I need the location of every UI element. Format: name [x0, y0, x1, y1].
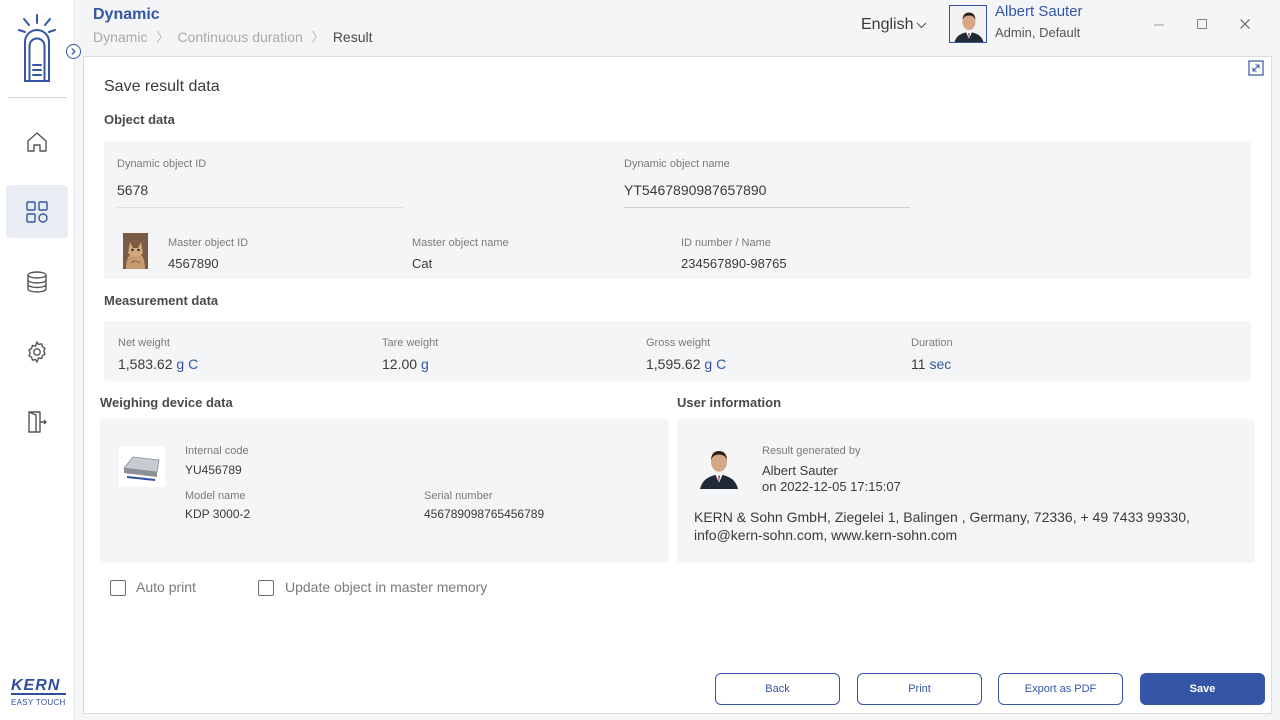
breadcrumb: Dynamic 〉 Continuous duration 〉 Result: [93, 28, 373, 45]
net-weight-value: 1,583.62 g C: [118, 356, 198, 372]
language-selector[interactable]: English: [861, 16, 927, 34]
master-object-name-label: Master object name: [412, 237, 509, 249]
user-role: Admin, Default: [995, 25, 1081, 40]
print-button[interactable]: Print: [857, 673, 982, 705]
serial-number-label: Serial number: [424, 490, 493, 502]
user-info-heading: User information: [677, 395, 782, 410]
duration-unit: sec: [929, 356, 952, 372]
breadcrumb-item-continuous[interactable]: Continuous duration: [177, 29, 302, 45]
scale-device-icon: [119, 446, 165, 487]
gear-icon: [28, 340, 46, 363]
generated-by-value: Albert Sauter: [762, 463, 838, 478]
net-weight-unit: g C: [176, 356, 199, 372]
close-button[interactable]: [1236, 15, 1254, 33]
measurement-data-card: [104, 321, 1251, 381]
auto-print-checkbox[interactable]: [110, 580, 126, 596]
tare-weight-value: 12.00 g: [382, 356, 429, 372]
dynamic-object-id-label: Dynamic object ID: [117, 158, 207, 170]
user-name[interactable]: Albert Sauter: [995, 3, 1083, 20]
master-object-image: [123, 233, 148, 269]
update-master-checkbox[interactable]: [258, 580, 274, 596]
tare-weight-number: 12.00: [382, 356, 418, 372]
id-number-label: ID number / Name: [681, 237, 771, 249]
page-title: Save result data: [104, 78, 220, 95]
dynamic-object-name-label: Dynamic object name: [624, 158, 730, 170]
dynamic-object-name-value[interactable]: YT5467890987657890: [624, 182, 766, 198]
duration-number: 11: [911, 356, 926, 372]
sidebar-item-applications[interactable]: [6, 185, 68, 238]
chevron-down-icon: [917, 22, 927, 29]
user-photo-icon: [950, 6, 986, 42]
id-number-value: 234567890-98765: [681, 256, 787, 271]
cat-photo-icon: [123, 233, 148, 269]
sidebar-item-home[interactable]: [6, 115, 68, 168]
gross-weight-value: 1,595.62 g C: [646, 356, 726, 372]
object-data-heading: Object data: [104, 112, 175, 127]
save-button[interactable]: Save: [1140, 673, 1265, 705]
tare-weight-unit: g: [420, 356, 429, 372]
internal-code-label: Internal code: [185, 445, 249, 457]
generated-by-label: Result generated by: [762, 445, 861, 457]
maximize-button[interactable]: [1193, 15, 1211, 33]
serial-number-value: 456789098765456789: [424, 507, 545, 521]
sidebar-divider: [8, 97, 67, 98]
breadcrumb-separator-icon: 〉: [156, 30, 169, 44]
master-object-id-value: 4567890: [168, 256, 219, 271]
internal-code-value: YU456789: [185, 463, 242, 477]
device-image: [119, 446, 165, 487]
master-object-name-value: Cat: [412, 256, 433, 271]
sidebar-item-logout[interactable]: [6, 395, 68, 448]
net-weight-number: 1,583.62: [118, 356, 173, 372]
sidebar: KERN EASY TOUCH: [0, 0, 75, 720]
home-icon: [27, 131, 47, 152]
breadcrumb-item-current: Result: [332, 28, 373, 45]
user-avatar[interactable]: [949, 5, 987, 43]
chevron-right-icon: [71, 48, 76, 55]
sidebar-item-database[interactable]: [6, 255, 68, 308]
expand-button[interactable]: [1248, 60, 1264, 76]
export-pdf-button[interactable]: Export as PDF: [998, 673, 1123, 705]
apps-grid-icon: [26, 200, 48, 223]
tare-weight-label: Tare weight: [382, 337, 439, 349]
device-data-heading: Weighing device data: [100, 395, 233, 410]
gross-weight-label: Gross weight: [646, 337, 711, 349]
duration-value: 11 sec: [911, 356, 951, 372]
sidebar-item-settings[interactable]: [6, 325, 68, 378]
model-name-value: KDP 3000-2: [185, 507, 251, 521]
update-master-label[interactable]: Update object in master memory: [285, 579, 487, 595]
dynamic-object-id-underline: [117, 207, 404, 208]
dynamic-object-name-underline: [624, 207, 910, 208]
brand-sub: EASY TOUCH: [11, 698, 66, 707]
generated-by-avatar: [696, 443, 742, 489]
duration-label: Duration: [911, 337, 953, 349]
generated-on-value: on 2022-12-05 17:15:07: [762, 479, 901, 494]
database-icon: [27, 270, 47, 293]
logout-icon: [28, 410, 47, 433]
company-address: KERN & Sohn GmbH, Ziegelei 1, Balingen ,…: [694, 509, 1190, 543]
minimize-icon: [1154, 24, 1164, 26]
model-name-label: Model name: [185, 490, 246, 502]
maximize-icon: [1197, 19, 1207, 29]
back-button[interactable]: Back: [715, 673, 840, 705]
minimize-button[interactable]: [1150, 15, 1168, 33]
measurement-data-heading: Measurement data: [104, 293, 219, 308]
sidebar-collapse-button[interactable]: [66, 44, 81, 59]
dynamic-object-id-value: 5678: [117, 182, 149, 198]
breadcrumb-separator-icon: 〉: [311, 30, 324, 44]
gross-weight-number: 1,595.62: [646, 356, 701, 372]
breadcrumb-item-dynamic[interactable]: Dynamic: [93, 29, 147, 45]
auto-print-label[interactable]: Auto print: [136, 579, 196, 595]
gross-weight-unit: g C: [704, 356, 727, 372]
expand-icon: [1248, 60, 1264, 76]
net-weight-label: Net weight: [118, 337, 170, 349]
brand-name: KERN: [11, 678, 66, 695]
master-object-id-label: Master object ID: [168, 237, 249, 249]
language-label: English: [861, 16, 914, 33]
user-photo-icon: [696, 443, 742, 489]
kern-logo-icon: [18, 14, 56, 82]
kern-brand: KERN EASY TOUCH: [11, 678, 66, 707]
app-title: Dynamic: [93, 6, 160, 23]
close-icon: [1240, 19, 1250, 29]
